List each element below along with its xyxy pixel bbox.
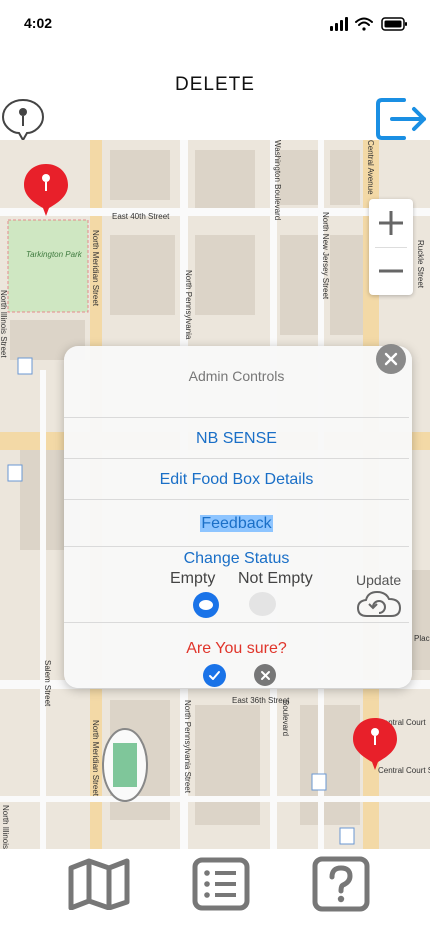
- empty-label: Empty: [170, 570, 216, 587]
- list-icon: [192, 857, 250, 911]
- street-label: Central Avenue: [366, 140, 375, 195]
- street-label: North Meridian Street: [91, 720, 100, 797]
- nb-sense-button[interactable]: NB SENSE: [64, 430, 409, 448]
- feedback-button[interactable]: Feedback: [64, 515, 409, 533]
- zoom-out-button[interactable]: [369, 247, 413, 295]
- divider: [64, 622, 409, 623]
- change-status-title: Change Status: [183, 550, 290, 567]
- tab-help[interactable]: [310, 856, 372, 912]
- tab-list[interactable]: [190, 856, 252, 912]
- street-label: Washington Boulevard: [273, 140, 282, 221]
- plus-icon: [379, 211, 403, 235]
- zoom-control: [369, 199, 413, 295]
- map-marker-icon: [24, 164, 68, 216]
- map-icon: [68, 858, 130, 910]
- check-icon: [209, 671, 220, 680]
- confirm-question: Are You sure?: [186, 640, 287, 657]
- street-label: North Illinois: [1, 805, 10, 849]
- tab-bar: [0, 850, 430, 932]
- map-marker[interactable]: [22, 162, 70, 218]
- confirm-no-button[interactable]: [254, 664, 276, 686]
- edit-food-box-button[interactable]: Edit Food Box Details: [64, 471, 409, 489]
- status-bar: 4:02: [0, 0, 430, 48]
- map-pin-icon: [1, 98, 45, 143]
- status-time: 4:02: [24, 15, 53, 31]
- divider: [64, 458, 409, 459]
- empty-radio[interactable]: [193, 592, 219, 618]
- street-label: East 40th Street: [112, 212, 170, 221]
- battery-icon: [381, 17, 407, 31]
- park-label: Tarkington Park: [26, 250, 82, 259]
- street-label: Boulevard: [281, 700, 290, 737]
- map-marker[interactable]: [351, 716, 399, 772]
- logout-icon: [376, 98, 426, 140]
- status-icons: [330, 17, 407, 31]
- page-title: DELETE: [175, 74, 255, 95]
- place-label: Plac: [414, 634, 430, 643]
- wifi-icon: [355, 17, 373, 31]
- street-label: North New Jersey Street: [321, 212, 330, 300]
- update-button[interactable]: [355, 588, 403, 620]
- close-icon: [384, 352, 398, 366]
- divider: [64, 499, 409, 500]
- not-empty-radio[interactable]: [249, 592, 276, 616]
- street-label: North Pennsylvania Street: [183, 700, 192, 793]
- cellular-signal-icon: [330, 17, 348, 31]
- street-label: Salem Street: [43, 660, 52, 707]
- map-marker-icon: [353, 718, 397, 770]
- street-label: North Meridian Street: [91, 230, 100, 307]
- divider: [64, 417, 409, 418]
- divider: [64, 546, 409, 547]
- update-label: Update: [356, 572, 402, 588]
- street-label: North Illinois Street: [0, 290, 8, 358]
- street-label: North Pennsylvania: [184, 270, 193, 340]
- logout-button[interactable]: [374, 94, 430, 144]
- cloud-sync-icon: [356, 590, 402, 617]
- help-icon: [312, 856, 370, 912]
- close-icon: [260, 670, 270, 680]
- add-pin-button[interactable]: [0, 96, 46, 143]
- tab-map[interactable]: [68, 856, 130, 912]
- street-label: Ruckle Street: [416, 240, 425, 289]
- not-empty-label: Not Empty: [238, 570, 313, 587]
- confirm-yes-button[interactable]: [203, 664, 226, 687]
- zoom-in-button[interactable]: [369, 199, 413, 247]
- minus-icon: [379, 269, 403, 273]
- modal-title: Admin Controls: [188, 368, 285, 384]
- feedback-label: Feedback: [200, 515, 273, 532]
